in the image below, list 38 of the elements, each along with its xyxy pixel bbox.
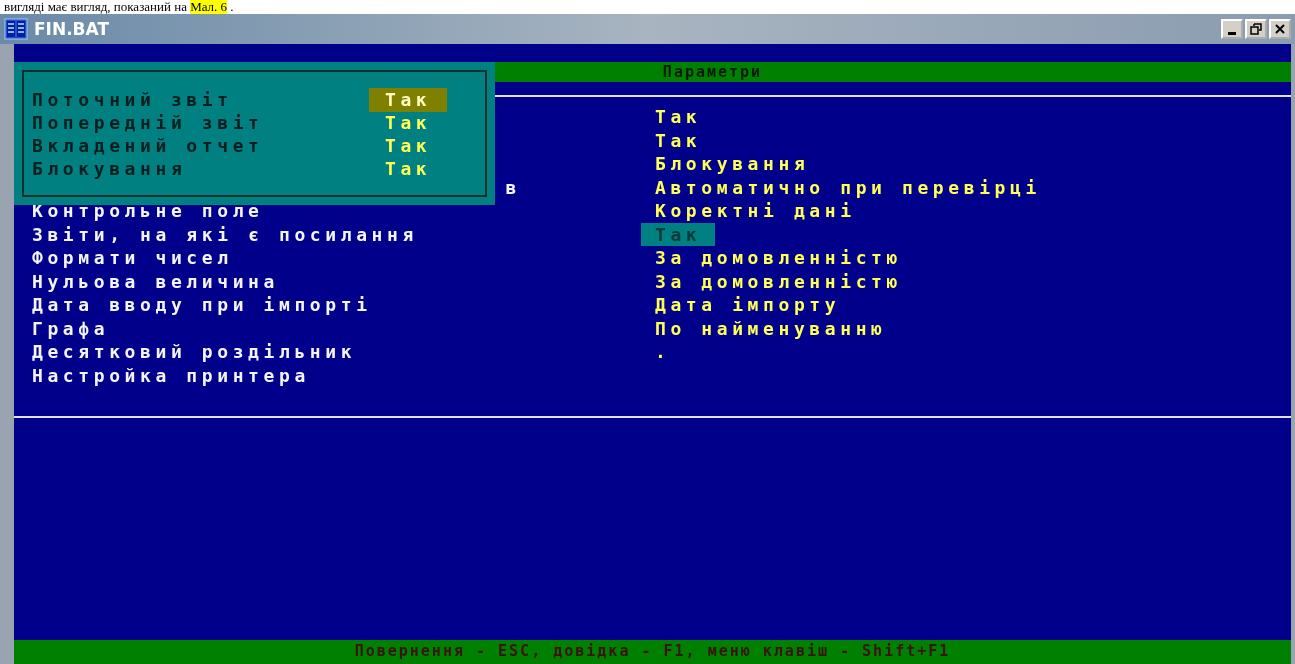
popup-value[interactable]: Так xyxy=(369,157,448,181)
minimize-button[interactable] xyxy=(1221,19,1243,39)
popup-value[interactable]: Так xyxy=(369,111,448,135)
close-icon xyxy=(1274,23,1286,35)
popup-label: Поточний звіт xyxy=(32,88,234,112)
setting-label: Звіти, на які є посилання xyxy=(32,222,418,246)
window-title: FIN.BAT xyxy=(34,19,109,39)
minimize-icon xyxy=(1228,31,1236,35)
setting-label: Настройка принтера xyxy=(32,363,310,387)
close-button[interactable] xyxy=(1269,19,1291,39)
setting-value[interactable]: За домовленністю xyxy=(641,269,916,293)
status-text: Повернення - ESC, довідка - F1, меню клавіш - Shift+F1 xyxy=(354,641,951,663)
popup-value[interactable]: Так xyxy=(369,88,448,112)
setting-value[interactable]: . xyxy=(641,340,685,364)
setting-value[interactable]: Автоматично при перевірці xyxy=(641,175,1055,199)
restore-icon xyxy=(1250,23,1262,35)
setting-label: Формати чисел xyxy=(32,246,233,270)
setting-value[interactable]: Блокування xyxy=(641,152,824,176)
popup-label: Вкладений отчет xyxy=(32,134,265,158)
setting-label: Дата вводу при імпорті xyxy=(32,293,372,317)
setting-value[interactable]: Дата імпорту xyxy=(641,293,855,317)
setting-label: Графа xyxy=(32,316,110,340)
setting-value[interactable]: За домовленністю xyxy=(641,246,916,270)
setting-label: Нульова величина xyxy=(32,269,279,293)
setting-value[interactable]: Так xyxy=(641,128,716,152)
window-app-icon xyxy=(4,18,28,40)
setting-label: Десятковий роздільник xyxy=(32,340,357,364)
header-title: Параметри xyxy=(662,62,763,82)
setting-value[interactable]: По найменуванню xyxy=(641,316,901,340)
caption-text: вигляді має вигляд, показаний на Мал. 6 . xyxy=(3,0,235,14)
popup-label: Блокування xyxy=(32,157,188,181)
setting-label: Контрольне поле xyxy=(32,199,264,223)
popup-label: Попередній звіт xyxy=(32,111,265,135)
setting-value[interactable]: Так xyxy=(641,105,716,129)
maximize-button[interactable] xyxy=(1245,19,1267,39)
setting-value[interactable]: Коректні дані xyxy=(641,199,870,223)
setting-label: в xyxy=(505,175,522,199)
popup-value[interactable]: Так xyxy=(369,134,448,158)
